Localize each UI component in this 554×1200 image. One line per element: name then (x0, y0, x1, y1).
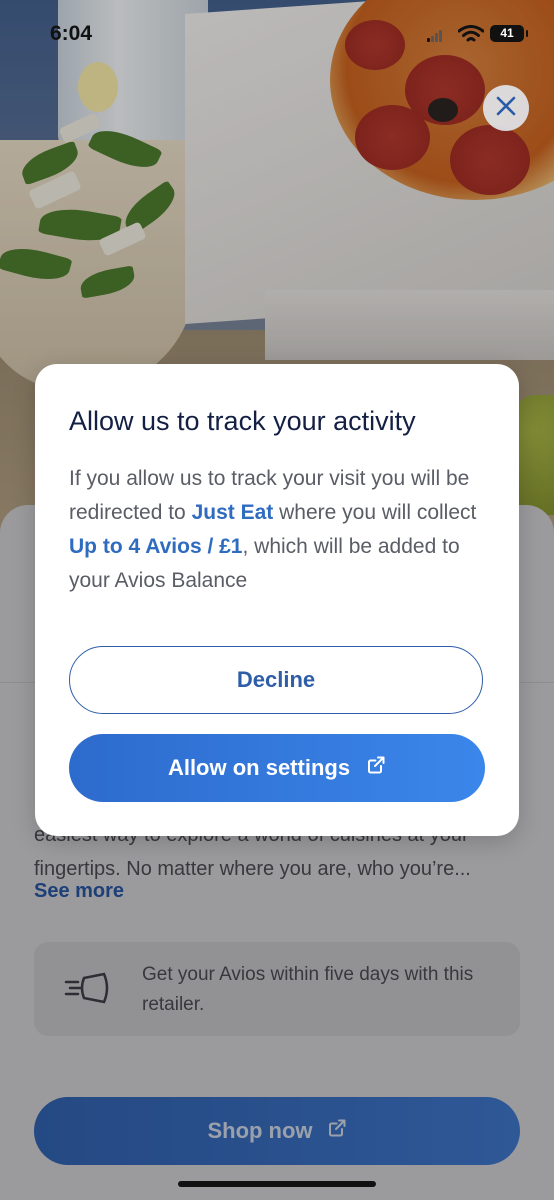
body-text: where you will collect (273, 501, 477, 524)
battery-icon: 41 (490, 25, 528, 42)
close-icon (495, 95, 517, 122)
close-button[interactable] (483, 85, 529, 131)
status-time: 6:04 (50, 22, 93, 45)
retailer-name: Just Eat (191, 501, 274, 524)
home-indicator[interactable] (178, 1181, 376, 1187)
allow-on-settings-button[interactable]: Allow on settings (69, 734, 485, 802)
cellular-signal-icon (427, 30, 443, 42)
status-bar: 6:04 41 (0, 0, 554, 70)
modal-body: If you allow us to track your visit you … (69, 462, 499, 598)
external-link-icon (366, 755, 386, 781)
decline-button[interactable]: Decline (69, 646, 483, 714)
allow-label: Allow on settings (167, 755, 351, 780)
tracking-permission-modal: Allow us to track your activity If you a… (35, 364, 519, 836)
modal-title: Allow us to track your activity (69, 406, 416, 436)
avios-rate: Up to 4 Avios / £1 (69, 535, 243, 558)
wifi-icon (457, 25, 485, 49)
